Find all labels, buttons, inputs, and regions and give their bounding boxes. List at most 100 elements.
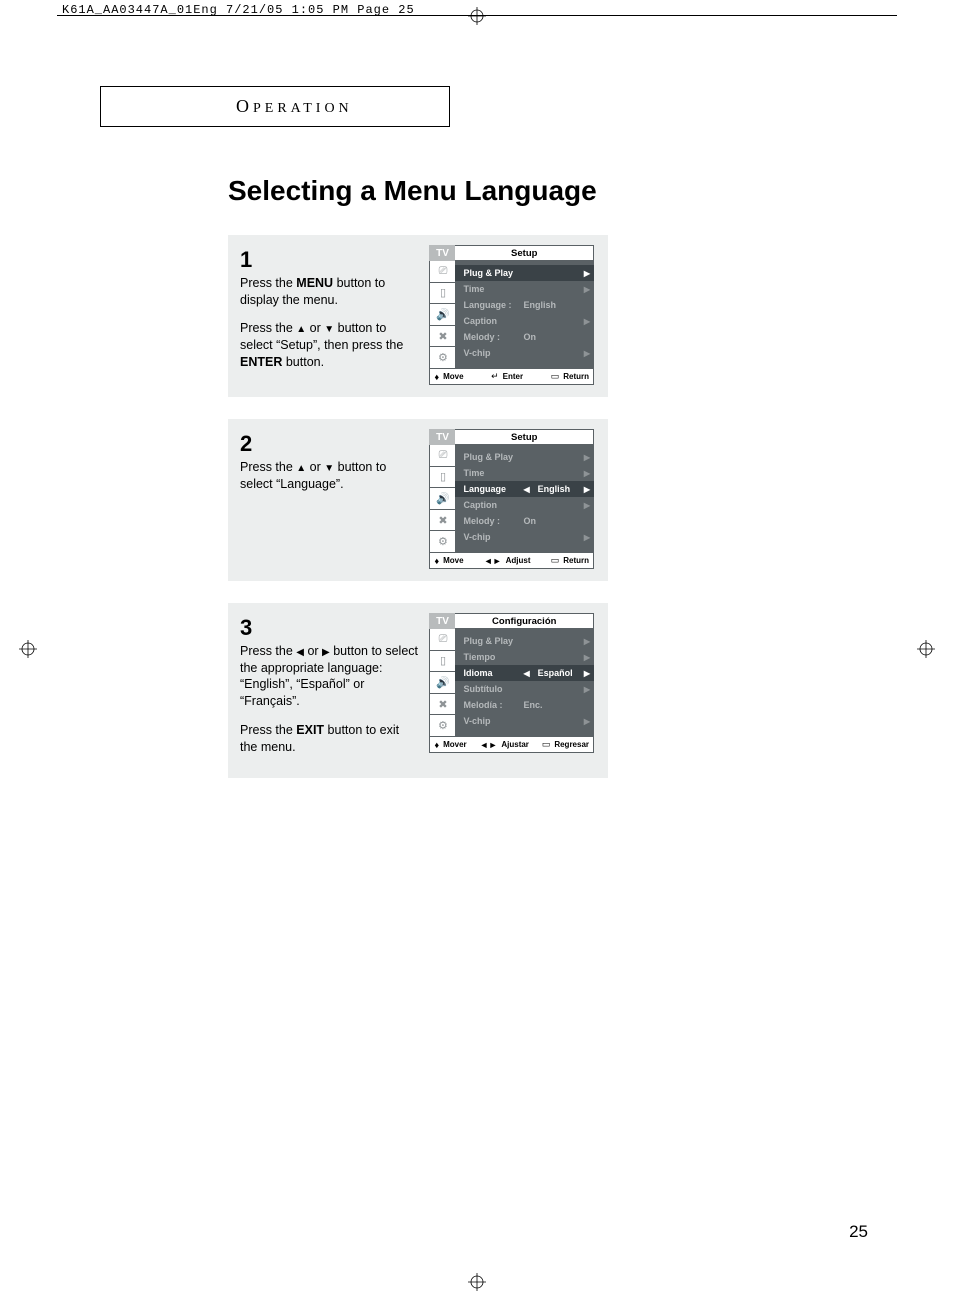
osd-footer-icon: ▭ [551, 371, 560, 382]
osd-footer-icon: ↵ [491, 371, 499, 382]
osd-row-value: On [523, 332, 588, 342]
arrow-right-icon: ▶ [584, 485, 590, 494]
osd-row-value: English [538, 484, 588, 494]
arrow-right-icon: ▶ [584, 717, 590, 726]
arrow-right-icon: ▶ [584, 285, 590, 294]
osd-footer-label: Return [563, 556, 589, 565]
osd-row-label: Caption [463, 316, 523, 326]
osd-menu-row: Plug & Play▶ [455, 265, 594, 281]
osd-footer-icon: ▭ [542, 739, 551, 750]
osd-menu-row: Melodía :Enc. [455, 697, 594, 713]
osd-footer-label: Adjust [506, 556, 531, 565]
page-number: 25 [849, 1222, 868, 1242]
osd-row-label: Tiempo [463, 652, 523, 662]
osd-row-value: Español [538, 668, 588, 678]
step-text: 2Press the ▲ or ▼ button to select “Lang… [240, 429, 419, 569]
arrow-right-icon: ▶ [584, 501, 590, 510]
osd-footer: ♦ Move ↵ Enter ▭Return [429, 369, 594, 385]
osd-menu-row: Time ▶ [455, 281, 594, 297]
osd-menu-row: Subtítulo▶ [455, 681, 594, 697]
osd-footer-icon: ♦ [434, 740, 439, 750]
osd-row-label: Caption [463, 500, 523, 510]
arrow-right-icon: ▶ [584, 669, 590, 678]
osd-menu-screenshot: TVSetup⎚▯🔊✖⚙Plug & Play▶Time▶Language :E… [429, 245, 594, 385]
osd-row-label: Time [463, 284, 523, 294]
step-paragraph: Press the MENU button to display the men… [240, 275, 419, 309]
osd-menu-row: Idioma◀Español▶ [455, 665, 594, 681]
osd-menu-row: Melody :On [455, 513, 594, 529]
arrow-right-icon: ▶ [584, 349, 590, 358]
arrow-right-icon: ▶ [584, 469, 590, 478]
osd-menu-row: Time ▶ [455, 465, 594, 481]
osd-footer-label: Return [563, 372, 589, 381]
page-content: OPERATION Selecting a Menu Language 1Pre… [100, 86, 880, 778]
osd-row-label: Language : [463, 300, 523, 310]
osd-menu-row: Language◀English▶ [455, 481, 594, 497]
osd-title: Setup [455, 429, 594, 445]
osd-tv-tab: TV [429, 429, 455, 445]
osd-row-label: Time [463, 468, 523, 478]
step-paragraph: Press the ▲ or ▼ button to select “Setup… [240, 320, 419, 371]
osd-footer-icon: ♦ [434, 372, 439, 382]
osd-row-value: English [523, 300, 588, 310]
step-number: 2 [240, 429, 419, 459]
step-number: 1 [240, 245, 419, 275]
osd-category-icon: 🔊 [429, 671, 455, 693]
osd-footer-icon: ◄► [484, 556, 502, 566]
step-block: 2Press the ▲ or ▼ button to select “Lang… [228, 419, 608, 581]
osd-row-label: V-chip [463, 532, 523, 542]
osd-footer-label: Move [443, 372, 463, 381]
osd-menu-row: Caption ▶ [455, 313, 594, 329]
osd-category-icon: 🔊 [429, 487, 455, 509]
osd-menu-list: Plug & Play▶Tiempo▶Idioma◀Español▶Subtít… [455, 629, 594, 737]
section-title-box: OPERATION [100, 86, 450, 127]
osd-category-icon: ⎚ [429, 261, 455, 282]
step-paragraph: Press the EXIT button to exit the menu. [240, 722, 419, 756]
osd-row-label: Melody : [463, 332, 523, 342]
osd-menu-list: Plug & Play▶Time▶Language :EnglishCaptio… [455, 261, 594, 369]
arrow-right-icon: ▶ [584, 533, 590, 542]
osd-category-icon: ⚙ [429, 346, 455, 368]
registration-mark-left [19, 640, 37, 658]
osd-footer-label: Mover [443, 740, 467, 749]
step-text: 3Press the ◀ or ▶ button to select the a… [240, 613, 419, 766]
osd-category-icon: ✖ [429, 693, 455, 715]
osd-menu-screenshot: TVSetup⎚▯🔊✖⚙Plug & Play▶Time▶Language◀En… [429, 429, 594, 569]
arrow-right-icon: ▶ [584, 317, 590, 326]
section-title: OPERATION [236, 96, 353, 117]
osd-menu-row: V-chip▶ [455, 345, 594, 361]
osd-category-icon: ✖ [429, 325, 455, 347]
step-paragraph: Press the ▲ or ▼ button to select “Langu… [240, 459, 419, 493]
osd-row-label: Plug & Play [463, 452, 523, 462]
step-text: 1Press the MENU button to display the me… [240, 245, 419, 385]
osd-menu-row: V-chip▶ [455, 713, 594, 729]
osd-tv-tab: TV [429, 613, 455, 629]
osd-footer-icon: ♦ [434, 556, 439, 566]
osd-row-label: Plug & Play [463, 636, 523, 646]
osd-footer-label: Ajustar [501, 740, 529, 749]
osd-menu-row: Language :English [455, 297, 594, 313]
osd-category-icon: ⎚ [429, 445, 455, 466]
arrow-left-icon: ◀ [523, 669, 529, 678]
osd-footer-label: Enter [503, 372, 523, 381]
arrow-right-icon: ▶ [584, 637, 590, 646]
osd-menu-row: Plug & Play▶ [455, 449, 594, 465]
osd-category-icon: ⎚ [429, 629, 455, 650]
osd-row-label: Subtítulo [463, 684, 523, 694]
osd-title: Setup [455, 245, 594, 261]
step-number: 3 [240, 613, 419, 643]
osd-row-label: Melody : [463, 516, 523, 526]
osd-row-label: Plug & Play [463, 268, 523, 278]
osd-category-icon: ⚙ [429, 530, 455, 552]
registration-mark-bottom [468, 1273, 486, 1291]
osd-category-icon: ▯ [429, 466, 455, 488]
osd-title: Configuración [455, 613, 594, 629]
step-block: 3Press the ◀ or ▶ button to select the a… [228, 603, 608, 778]
osd-footer: ♦Mover◄►Ajustar▭Regresar [429, 737, 594, 753]
osd-category-icon: ▯ [429, 650, 455, 672]
osd-category-icon: ✖ [429, 509, 455, 531]
osd-menu-row: Melody :On [455, 329, 594, 345]
step-paragraph: Press the ◀ or ▶ button to select the ap… [240, 643, 419, 711]
osd-category-icon: 🔊 [429, 303, 455, 325]
main-title: Selecting a Menu Language [228, 175, 880, 207]
